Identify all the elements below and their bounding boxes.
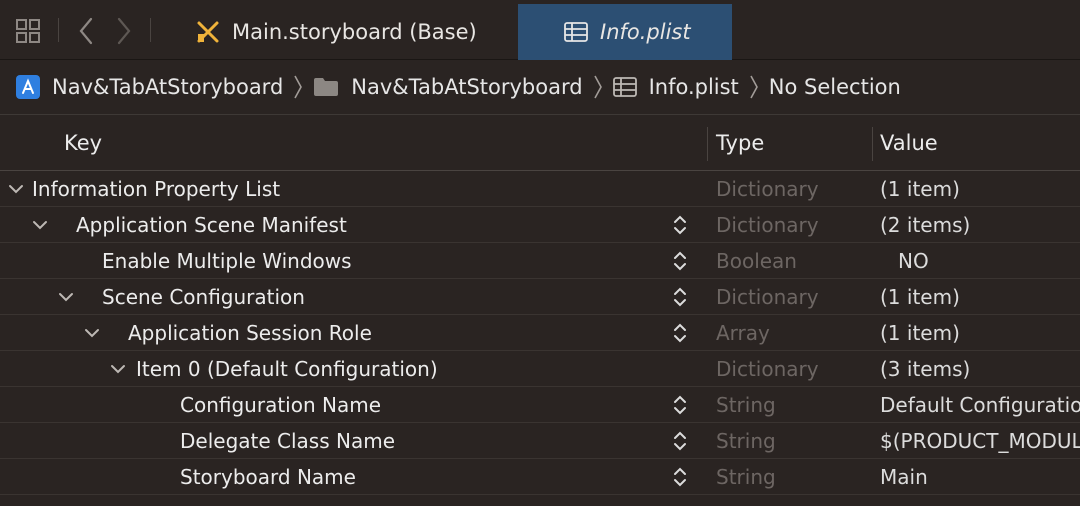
breadcrumb-label: No Selection (768, 75, 901, 99)
tab-label: Info.plist (600, 20, 691, 44)
row-type[interactable]: String (716, 387, 776, 423)
breadcrumb-file[interactable]: Info.plist (612, 75, 739, 99)
tab-info-plist[interactable]: Info.plist (518, 4, 732, 60)
storyboard-icon (196, 20, 220, 44)
stepper-updown-icon[interactable] (670, 319, 690, 347)
stepper-updown-icon[interactable] (670, 211, 690, 239)
row-key[interactable]: Storyboard Name (180, 465, 356, 489)
row-value[interactable]: Main (880, 459, 1080, 495)
row-type[interactable]: Dictionary (716, 207, 819, 243)
table-header: Key Type Value (0, 115, 1080, 171)
row-value[interactable]: Default Configuration (880, 387, 1080, 423)
row-value[interactable]: (1 item) (880, 279, 1080, 315)
stepper-updown-icon[interactable] (670, 463, 690, 491)
breadcrumb-chevron-icon (749, 74, 759, 100)
row-value[interactable]: (1 item) (880, 315, 1080, 351)
table-row[interactable]: Configuration Name String Default Config… (0, 387, 1080, 423)
row-key[interactable]: Configuration Name (180, 393, 381, 417)
row-type[interactable]: Array (716, 315, 770, 351)
breadcrumb-folder[interactable]: Nav&TabAtStoryboard (313, 75, 583, 99)
disclosure-chevron-down-icon[interactable] (82, 323, 102, 343)
row-key[interactable]: Enable Multiple Windows (102, 249, 352, 273)
stepper-updown-icon[interactable] (670, 427, 690, 455)
row-key[interactable]: Scene Configuration (102, 285, 305, 309)
row-type[interactable]: Dictionary (716, 351, 819, 387)
column-header-value[interactable]: Value (880, 115, 938, 171)
row-type[interactable]: String (716, 423, 776, 459)
row-value[interactable]: NO (898, 243, 1080, 279)
table-row[interactable]: Application Session Role Array (1 item) (0, 315, 1080, 351)
row-type[interactable]: Dictionary (716, 171, 819, 207)
row-type[interactable]: String (716, 459, 776, 495)
row-key[interactable]: Item 0 (Default Configuration) (136, 357, 438, 381)
forward-chevron-icon[interactable] (108, 14, 140, 48)
folder-icon (313, 77, 339, 97)
disclosure-chevron-down-icon[interactable] (30, 215, 50, 235)
tab-label: Main.storyboard (Base) (232, 20, 477, 44)
breadcrumb-label: Nav&TabAtStoryboard (351, 75, 583, 99)
xcode-project-icon (16, 75, 40, 99)
table-row[interactable]: Information Property List Dictionary (1 … (0, 171, 1080, 207)
row-type[interactable]: Dictionary (716, 279, 819, 315)
related-items-grid-icon[interactable] (12, 14, 44, 48)
table-row[interactable]: Storyboard Name String Main (0, 459, 1080, 495)
breadcrumb-label: Nav&TabAtStoryboard (52, 75, 284, 99)
table-row[interactable]: Delegate Class Name String $(PRODUCT_MOD… (0, 423, 1080, 459)
tab-main-storyboard[interactable]: Main.storyboard (Base) (196, 4, 496, 60)
table-row[interactable]: Application Scene Manifest Dictionary (2… (0, 207, 1080, 243)
disclosure-chevron-down-icon[interactable] (6, 179, 26, 199)
row-key[interactable]: Information Property List (32, 177, 280, 201)
table-row[interactable]: Item 0 (Default Configuration) Dictionar… (0, 351, 1080, 387)
property-list-table: Key Type Value Information Property List… (0, 115, 1080, 506)
editor-tab-bar: Main.storyboard (Base) Info.plist (0, 0, 1080, 60)
jump-bar: Nav&TabAtStoryboard Nav&TabAtStoryboard … (0, 60, 1080, 115)
stepper-updown-icon[interactable] (670, 247, 690, 275)
stepper-updown-icon[interactable] (670, 283, 690, 311)
stepper-updown-icon[interactable] (670, 391, 690, 419)
breadcrumb-project[interactable]: Nav&TabAtStoryboard (16, 75, 283, 99)
disclosure-chevron-down-icon[interactable] (108, 359, 128, 379)
row-key[interactable]: Application Scene Manifest (76, 213, 347, 237)
table-icon (564, 22, 588, 42)
breadcrumb-chevron-icon (293, 74, 303, 100)
row-type[interactable]: Boolean (716, 243, 797, 279)
breadcrumb-chevron-icon (593, 74, 603, 100)
table-icon (612, 77, 637, 97)
breadcrumb-selection[interactable]: No Selection (769, 75, 901, 99)
column-header-key[interactable]: Key (64, 115, 102, 171)
row-value[interactable]: (2 items) (880, 207, 1080, 243)
table-row[interactable]: Enable Multiple Windows Boolean NO (0, 243, 1080, 279)
row-value[interactable]: (3 items) (880, 351, 1080, 387)
table-row[interactable]: Scene Configuration Dictionary (1 item) (0, 279, 1080, 315)
column-header-type[interactable]: Type (716, 115, 764, 171)
row-value[interactable]: (1 item) (880, 171, 1080, 207)
breadcrumb-label: Info.plist (648, 75, 739, 99)
row-value[interactable]: $(PRODUCT_MODULE_NAME).SceneDelegate (880, 423, 1080, 459)
row-key[interactable]: Delegate Class Name (180, 429, 395, 453)
disclosure-chevron-down-icon[interactable] (56, 287, 76, 307)
back-chevron-icon[interactable] (70, 14, 102, 48)
row-key[interactable]: Application Session Role (128, 321, 372, 345)
